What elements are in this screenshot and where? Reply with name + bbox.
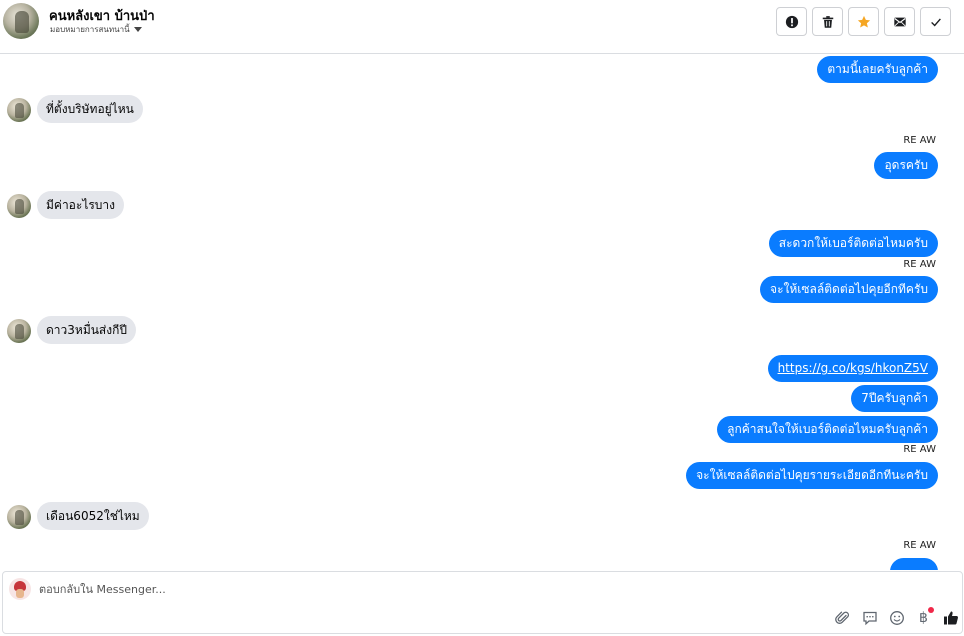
emoji-button[interactable]: [887, 608, 906, 627]
report-spam-button[interactable]: [776, 7, 807, 36]
message-incoming[interactable]: ดาว3หมื่นส่งกีปี: [37, 316, 136, 344]
smiley-icon: [889, 610, 904, 625]
sender-label: RE AW: [903, 135, 936, 146]
mail-icon: [893, 17, 906, 26]
mark-unread-button[interactable]: [884, 7, 915, 36]
contact-avatar-small[interactable]: [7, 98, 31, 122]
header-actions: [776, 7, 951, 36]
message-outgoing[interactable]: ตามนี้เลยครับลูกค้า: [817, 56, 938, 83]
saved-replies-button[interactable]: [860, 608, 879, 627]
message-outgoing-link[interactable]: https://g.co/kgs/hkonZ5V: [767, 355, 938, 382]
payment-button[interactable]: ฿: [914, 607, 934, 627]
contact-avatar-small[interactable]: [7, 194, 31, 218]
message-outgoing[interactable]: จะให้เซลล์ติดต่อไปคุยอีกทีครับ: [760, 276, 938, 303]
page-avatar: [9, 578, 31, 600]
message-outgoing[interactable]: 7ปีครับลูกค้า: [851, 385, 938, 412]
reply-input[interactable]: [39, 583, 539, 596]
message-outgoing[interactable]: ลูกค้าสนใจให้เบอร์ติดต่อไหมครับลูกค้า: [717, 416, 938, 443]
message-incoming[interactable]: ที่ตั้งบริษัทอยู่ไหน: [37, 95, 143, 123]
contact-avatar-small[interactable]: [7, 319, 31, 343]
check-icon: [930, 17, 941, 27]
chat-bubble-icon: [862, 611, 877, 625]
assign-conversation-dropdown[interactable]: มอบหมายการสนทนานี้: [50, 23, 142, 36]
notification-dot: [928, 607, 934, 613]
message-outgoing[interactable]: อุดรครับ: [874, 152, 938, 179]
trash-icon: [822, 15, 833, 28]
contact-avatar-small[interactable]: [7, 505, 31, 529]
message-link[interactable]: https://g.co/kgs/hkonZ5V: [778, 361, 928, 375]
message-incoming[interactable]: มีค่าอะไรบาง: [37, 191, 125, 219]
mark-done-button[interactable]: [920, 7, 951, 36]
sender-label: RE AW: [903, 259, 936, 270]
message-outgoing-partial[interactable]: [890, 558, 938, 570]
sender-label: RE AW: [903, 444, 936, 455]
like-button[interactable]: [941, 608, 960, 627]
message-incoming[interactable]: เดือน6052ใช่ไหม: [37, 502, 149, 530]
star-button[interactable]: [848, 7, 879, 36]
message-outgoing[interactable]: จะให้เซลล์ติดต่อไปคุยรายระเอียดอีกทีนะคร…: [686, 462, 938, 489]
contact-avatar[interactable]: [3, 3, 39, 39]
assign-conversation-label: มอบหมายการสนทนานี้: [50, 25, 130, 34]
reply-composer: ฿: [2, 571, 963, 634]
sender-label: RE AW: [903, 540, 936, 551]
conversation-header: คนหลังเขา บ้านป่า มอบหมายการสนทนานี้: [0, 0, 964, 54]
thumbs-up-icon: [943, 611, 958, 624]
delete-button[interactable]: [812, 7, 843, 36]
attach-button[interactable]: [833, 608, 852, 627]
baht-icon: ฿: [919, 609, 928, 626]
caret-down-icon: [133, 27, 142, 32]
message-thread[interactable]: ตามนี้เลยครับลูกค้า ที่ตั้งบริษัทอยู่ไหน…: [0, 55, 964, 570]
composer-tools: ฿: [833, 607, 960, 627]
paperclip-icon: [834, 611, 849, 624]
alert-icon: [785, 15, 798, 28]
star-icon: [857, 15, 870, 28]
message-outgoing[interactable]: สะดวกให้เบอร์ติดต่อไหมครับ: [768, 230, 938, 257]
